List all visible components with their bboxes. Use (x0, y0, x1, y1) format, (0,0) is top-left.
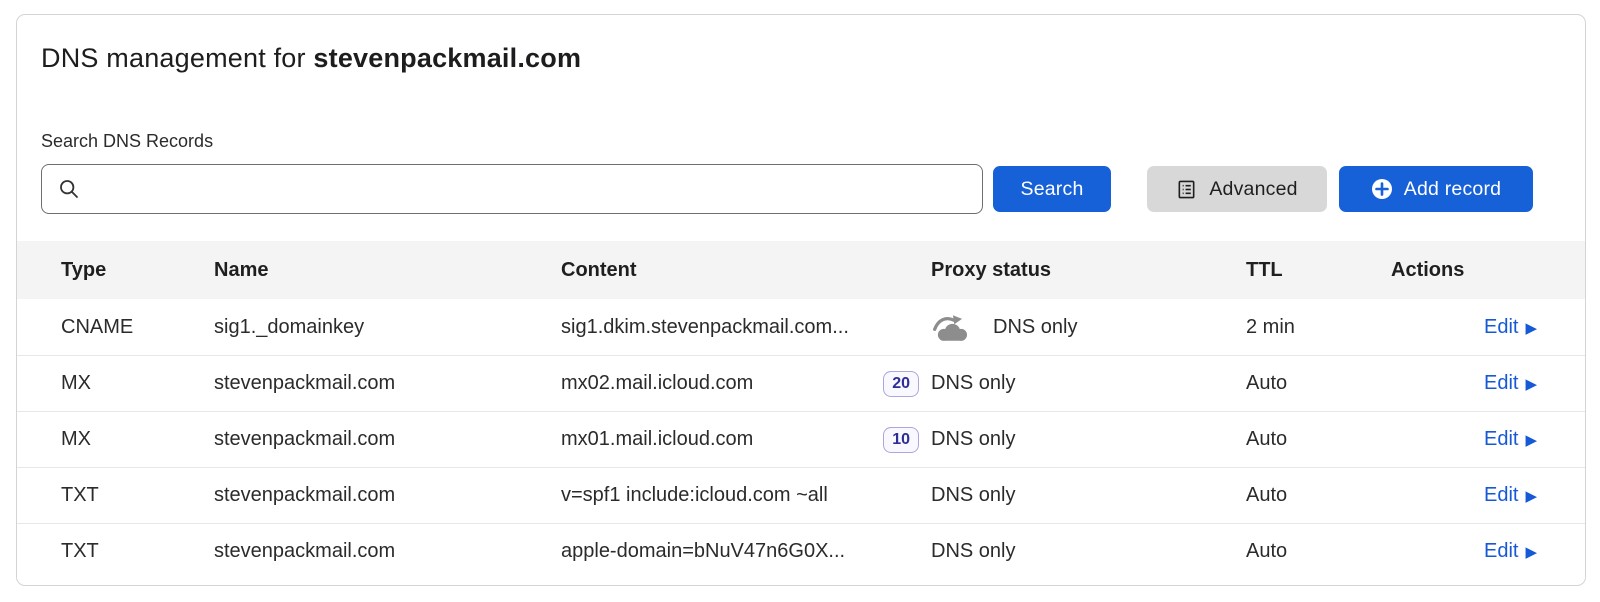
caret-right-icon: ▶ (1525, 431, 1537, 448)
toolbar: Search Advanced Add record (41, 163, 1563, 215)
record-type: MX (61, 372, 214, 395)
proxy-status-cell: DNS only (931, 484, 1246, 507)
gray-cloud-arrow-icon (931, 312, 973, 343)
table-row: TXT stevenpackmail.com apple-domain=bNuV… (17, 523, 1585, 579)
list-document-icon (1176, 179, 1197, 200)
record-type: CNAME (61, 316, 214, 339)
proxy-status-cell: DNS only (931, 372, 1246, 395)
record-name: stevenpackmail.com (214, 484, 561, 507)
proxy-status-cell: DNS only (931, 540, 1246, 563)
column-header-content: Content (561, 259, 931, 282)
priority-badge: 20 (883, 371, 919, 397)
proxy-status-label: DNS only (993, 316, 1077, 339)
record-content-cell: v=spf1 include:icloud.com ~all (561, 484, 931, 507)
record-ttl: Auto (1246, 484, 1391, 507)
record-name: sig1._domainkey (214, 316, 561, 339)
search-button[interactable]: Search (993, 166, 1111, 212)
edit-record-link[interactable]: Edit ▶ (1484, 428, 1537, 451)
record-content: sig1.dkim.stevenpackmail.com... (561, 316, 849, 339)
proxy-status-label: DNS only (931, 372, 1015, 395)
record-name: stevenpackmail.com (214, 540, 561, 563)
proxy-status-label: DNS only (931, 540, 1015, 563)
add-record-label: Add record (1404, 178, 1501, 201)
record-content-cell: sig1.dkim.stevenpackmail.com... (561, 316, 931, 339)
proxy-status-cell: DNS only (931, 428, 1246, 451)
dns-management-card: DNS management for stevenpackmail.com Se… (16, 14, 1586, 586)
record-ttl: Auto (1246, 540, 1391, 563)
record-name: stevenpackmail.com (214, 372, 561, 395)
caret-right-icon: ▶ (1525, 487, 1537, 504)
record-actions-cell: Edit ▶ (1484, 484, 1537, 507)
record-ttl: 2 min (1246, 316, 1391, 339)
record-content: v=spf1 include:icloud.com ~all (561, 484, 828, 507)
record-actions-cell: Edit ▶ (1484, 540, 1537, 563)
table-row: MX stevenpackmail.com mx01.mail.icloud.c… (17, 411, 1585, 467)
title-prefix: DNS management for (41, 43, 313, 73)
record-actions-cell: Edit ▶ (1484, 428, 1537, 451)
record-type: MX (61, 428, 214, 451)
table-body: CNAME sig1._domainkey sig1.dkim.stevenpa… (17, 299, 1585, 579)
search-label: Search DNS Records (41, 131, 213, 152)
edit-record-link[interactable]: Edit ▶ (1484, 540, 1537, 563)
edit-label: Edit (1484, 484, 1518, 507)
record-actions-cell: Edit ▶ (1484, 372, 1537, 395)
dns-records-table: Type Name Content Proxy status TTL Actio… (17, 241, 1585, 579)
edit-label: Edit (1484, 540, 1518, 563)
search-box[interactable] (41, 164, 983, 214)
record-name: stevenpackmail.com (214, 428, 561, 451)
edit-record-link[interactable]: Edit ▶ (1484, 372, 1537, 395)
advanced-button-label: Advanced (1209, 178, 1297, 201)
proxy-status-label: DNS only (931, 484, 1015, 507)
record-content-cell: apple-domain=bNuV47n6G0X... (561, 540, 931, 563)
search-icon (58, 178, 80, 200)
edit-label: Edit (1484, 372, 1518, 395)
search-input[interactable] (42, 165, 982, 213)
proxy-status-cell: DNS only (931, 312, 1246, 343)
column-header-actions: Actions (1391, 259, 1537, 282)
edit-label: Edit (1484, 316, 1518, 339)
add-record-button[interactable]: Add record (1339, 166, 1533, 212)
plus-circle-icon (1371, 178, 1393, 200)
record-ttl: Auto (1246, 372, 1391, 395)
record-ttl: Auto (1246, 428, 1391, 451)
table-row: MX stevenpackmail.com mx02.mail.icloud.c… (17, 355, 1585, 411)
priority-badge: 10 (883, 427, 919, 453)
column-header-type: Type (61, 259, 214, 282)
record-type: TXT (61, 484, 214, 507)
proxy-status-label: DNS only (931, 428, 1015, 451)
record-content-cell: mx01.mail.icloud.com 10 (561, 427, 931, 453)
column-header-name: Name (214, 259, 561, 282)
title-domain: stevenpackmail.com (313, 43, 581, 73)
record-type: TXT (61, 540, 214, 563)
caret-right-icon: ▶ (1525, 319, 1537, 336)
column-header-proxy-status: Proxy status (931, 259, 1246, 282)
caret-right-icon: ▶ (1525, 375, 1537, 392)
caret-right-icon: ▶ (1525, 543, 1537, 560)
edit-label: Edit (1484, 428, 1518, 451)
edit-record-link[interactable]: Edit ▶ (1484, 316, 1537, 339)
advanced-button[interactable]: Advanced (1147, 166, 1327, 212)
record-content-cell: mx02.mail.icloud.com 20 (561, 371, 931, 397)
record-actions-cell: Edit ▶ (1484, 316, 1537, 339)
table-row: TXT stevenpackmail.com v=spf1 include:ic… (17, 467, 1585, 523)
column-header-ttl: TTL (1246, 259, 1391, 282)
table-row: CNAME sig1._domainkey sig1.dkim.stevenpa… (17, 299, 1585, 355)
record-content: mx01.mail.icloud.com (561, 428, 753, 451)
record-content: apple-domain=bNuV47n6G0X... (561, 540, 845, 563)
table-header-row: Type Name Content Proxy status TTL Actio… (17, 241, 1585, 299)
edit-record-link[interactable]: Edit ▶ (1484, 484, 1537, 507)
page-title: DNS management for stevenpackmail.com (41, 43, 581, 74)
record-content: mx02.mail.icloud.com (561, 372, 753, 395)
